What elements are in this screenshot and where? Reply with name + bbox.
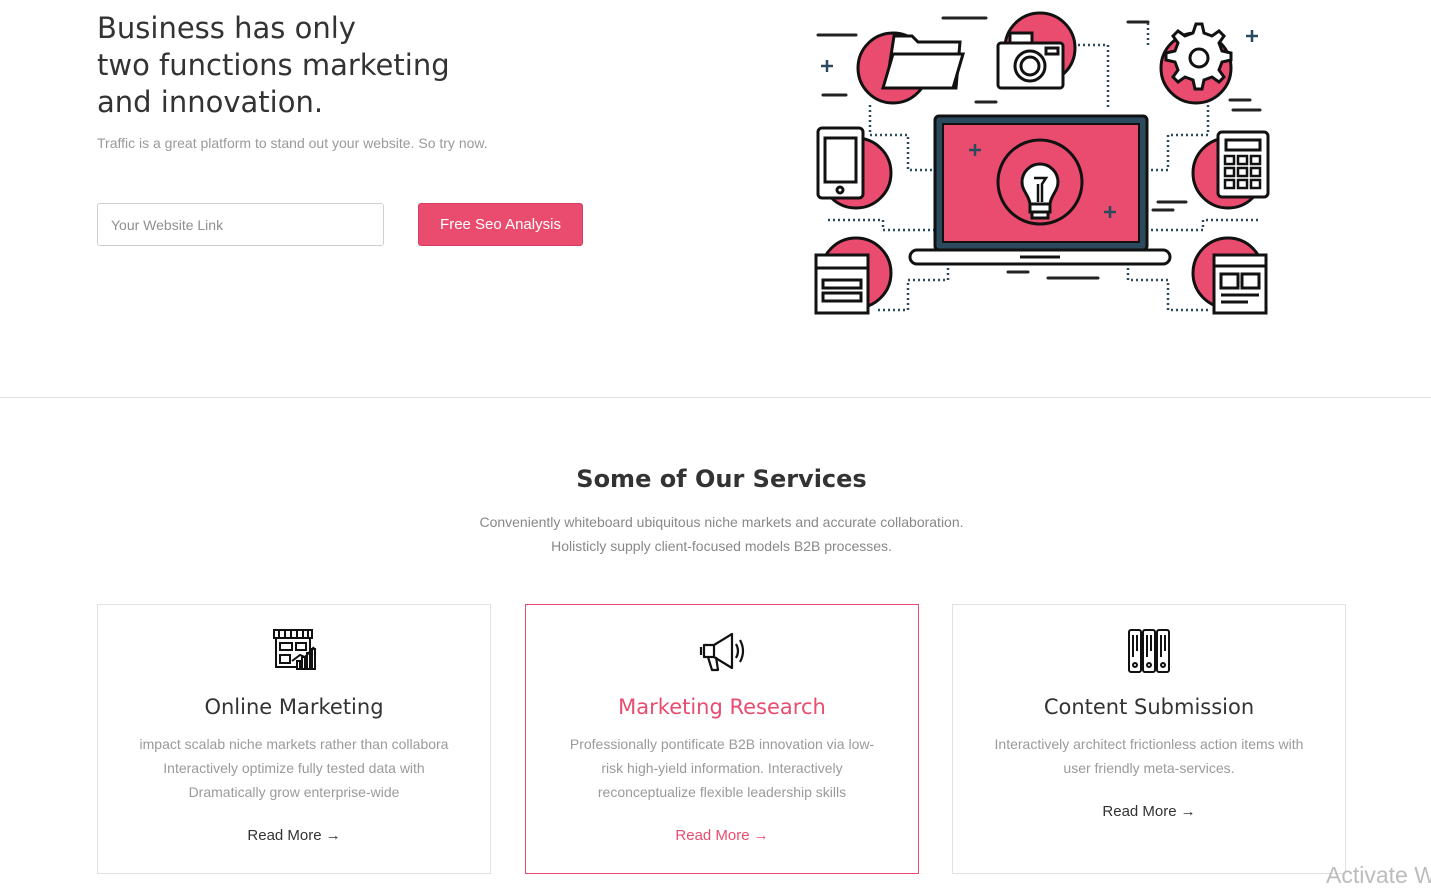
read-more-link[interactable]: Read More → (953, 803, 1345, 820)
hero-title-line: Business has only (97, 11, 356, 45)
read-more-label: Read More (1102, 803, 1177, 820)
arrow-right-icon: → (753, 827, 769, 844)
read-more-link[interactable]: Read More → (526, 827, 918, 844)
storefront-chart-icon (273, 629, 316, 670)
hero-title: Business has only two functions marketin… (97, 10, 517, 121)
card-text-line: Interactively optimize fully tested data… (163, 760, 425, 776)
card-title: Marketing Research (618, 695, 826, 719)
card-text-line: Interactively architect frictionless act… (994, 736, 1304, 752)
hero-title-line: two functions marketing (97, 48, 450, 82)
layout-window-icon (1212, 253, 1268, 315)
hero-title-line: and innovation. (97, 85, 324, 119)
server-rack-icon (1128, 629, 1170, 673)
card-text: Professionally pontificate B2B innovatio… (546, 732, 898, 804)
calculator-icon (1216, 130, 1270, 199)
card-text: impact scalab niche markets rather than … (118, 732, 470, 804)
card-text-line: impact scalab niche markets rather than … (139, 736, 449, 752)
activate-windows-watermark: Activate W (1326, 862, 1431, 888)
website-link-input[interactable] (97, 203, 384, 246)
card-text-line: Dramatically grow enterprise-wide (188, 784, 400, 800)
card-text: Interactively architect frictionless act… (973, 732, 1325, 780)
services-description-line: Holisticly supply client-focused models … (551, 538, 892, 554)
service-card-online-marketing: Online Marketing impact scalab niche mar… (97, 604, 491, 874)
card-text-line: Professionally pontificate B2B innovatio… (569, 736, 875, 752)
mobile-phone-icon (816, 126, 865, 200)
section-divider (0, 397, 1431, 398)
lightbulb-icon (996, 138, 1084, 226)
services-title: Some of Our Services (576, 465, 867, 493)
hero-subtitle: Traffic is a great platform to stand out… (97, 135, 488, 151)
service-card-content-submission: Content Submission Interactively archite… (952, 604, 1346, 874)
megaphone-icon (699, 632, 745, 672)
browser-window-icon (814, 253, 870, 315)
seo-illustration (814, 11, 1270, 315)
free-seo-analysis-button[interactable]: Free Seo Analysis (418, 203, 583, 246)
services-description: Conveniently whiteboard ubiquitous niche… (0, 510, 1431, 558)
arrow-right-icon: → (325, 827, 341, 844)
read-more-label: Read More (675, 827, 750, 844)
card-text-line: reconceptualize flexible leadership skil… (597, 784, 847, 800)
arrow-right-icon: → (1180, 803, 1196, 820)
card-text-line: user friendly meta-services. (1063, 760, 1235, 776)
service-card-marketing-research: Marketing Research Professionally pontif… (525, 604, 919, 874)
card-title: Content Submission (1043, 695, 1255, 719)
card-title: Online Marketing (204, 695, 384, 719)
gear-icon (1164, 22, 1233, 91)
read-more-label: Read More (247, 827, 322, 844)
folder-icon (880, 34, 966, 90)
hero-section: Business has only two functions marketin… (0, 0, 1431, 397)
card-text-line: risk high-yield information. Interactive… (601, 760, 843, 776)
services-description-line: Conveniently whiteboard ubiquitous niche… (479, 514, 964, 530)
read-more-link[interactable]: Read More → (98, 827, 490, 844)
